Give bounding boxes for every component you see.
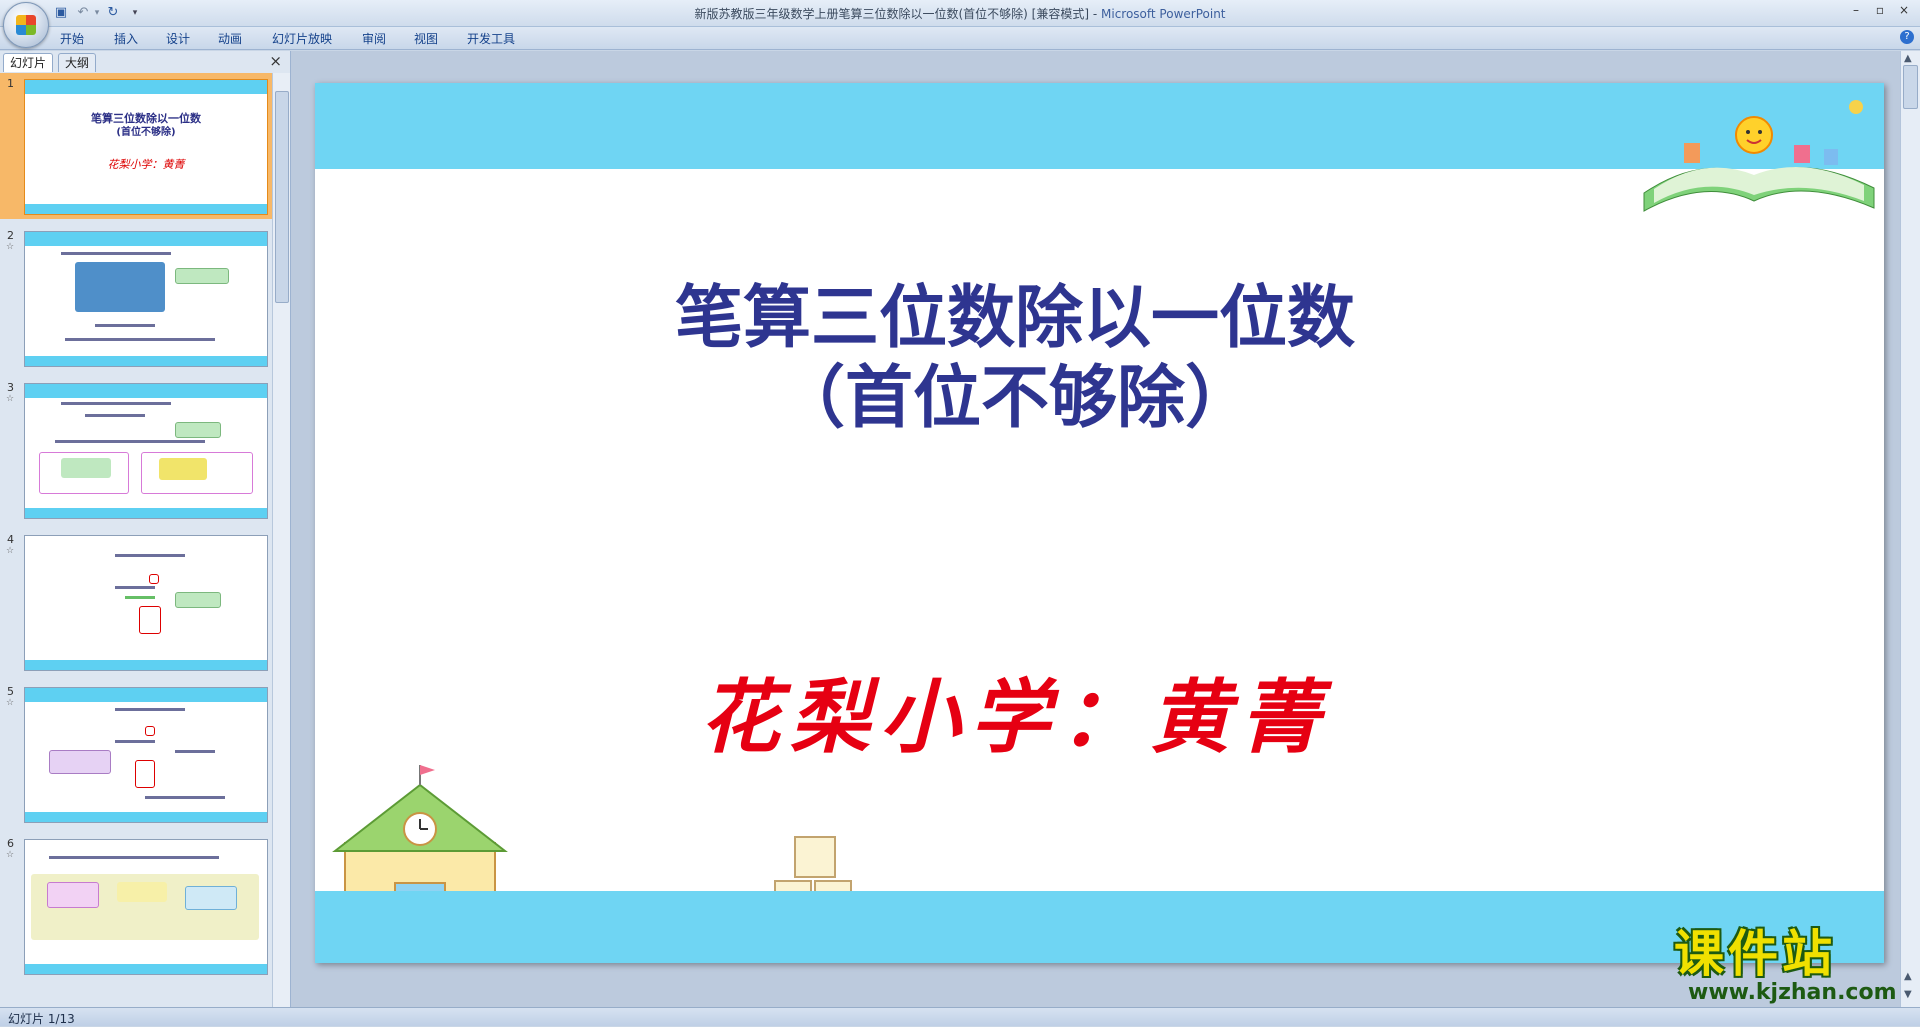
slide-preview (24, 535, 268, 671)
slide-number: 5 (7, 685, 14, 698)
scroll-thumb[interactable] (1903, 65, 1918, 109)
tab-slides[interactable]: 幻灯片 (3, 53, 54, 72)
tab-insert[interactable]: 插入 (114, 30, 138, 47)
status-bar: 幻灯片 1/13 (0, 1007, 1920, 1026)
slide-thumbnail-5[interactable]: 5 ☆ (0, 681, 272, 827)
restore-button[interactable]: ▫ (1868, 2, 1892, 18)
slide-title[interactable]: 笔算三位数除以一位数 （首位不够除） (315, 279, 1715, 439)
animation-star-icon: ☆ (6, 698, 15, 708)
slide-thumbnail-4[interactable]: 4 ☆ (0, 529, 272, 675)
office-button[interactable] (3, 2, 49, 48)
office-logo-icon (16, 15, 36, 35)
slide-canvas[interactable]: 笔算三位数除以一位数 （首位不够除） 花梨小学：黄菁 (315, 83, 1884, 963)
slide-author[interactable]: 花梨小学：黄菁 (615, 653, 1415, 769)
slide-count-status: 幻灯片 1/13 (8, 1012, 75, 1026)
slide-thumbnail-2[interactable]: 2 ☆ (0, 225, 272, 371)
animation-star-icon: ☆ (6, 850, 15, 860)
tab-home[interactable]: 开始 (60, 30, 84, 47)
scroll-up-icon[interactable]: ▲ (1904, 53, 1912, 64)
tab-outline[interactable]: 大纲 (58, 53, 97, 72)
window-title-app: Microsoft PowerPoint (1101, 7, 1226, 21)
tab-view[interactable]: 视图 (414, 30, 438, 47)
slide-title-line2: （首位不够除） (776, 359, 1253, 438)
thumbnail-scrollbar[interactable] (272, 73, 290, 1007)
slide-bottom-band (315, 891, 1884, 963)
slide-editing-area: 笔算三位数除以一位数 （首位不够除） 花梨小学：黄菁 (291, 51, 1901, 1007)
thumb-title-line2: (首位不够除) (116, 127, 176, 138)
slide-number: 1 (7, 77, 14, 90)
close-button[interactable]: × (1892, 2, 1916, 18)
tab-developer[interactable]: 开发工具 (467, 30, 515, 47)
slide-preview (24, 839, 268, 975)
animation-star-icon: ☆ (6, 546, 15, 556)
slide-thumbnail-6[interactable]: 6 ☆ (0, 833, 272, 979)
minimize-button[interactable]: – (1844, 2, 1868, 18)
tab-animations[interactable]: 动画 (218, 30, 242, 47)
slide-preview: 笔算三位数除以一位数 (首位不够除) 花梨小学：黄菁 (24, 79, 268, 215)
slide-preview (24, 231, 268, 367)
tab-review[interactable]: 审阅 (362, 30, 386, 47)
slide-number: 4 (7, 533, 14, 546)
slide-thumbnail-3[interactable]: 3 ☆ (0, 377, 272, 523)
thumb-author: 花梨小学：黄菁 (107, 158, 185, 171)
slide-preview (24, 383, 268, 519)
tab-slideshow[interactable]: 幻灯片放映 (272, 30, 332, 47)
animation-star-icon: ☆ (6, 242, 15, 252)
slide-preview (24, 687, 268, 823)
slide-number: 2 (7, 229, 14, 242)
animation-star-icon: ☆ (6, 394, 15, 404)
slide-title-line1: 笔算三位数除以一位数 (674, 279, 1355, 358)
slide-number: 3 (7, 381, 14, 394)
open-book-illustration (1643, 100, 1875, 212)
window-title-document: 新版苏教版三年级数学上册笔算三位数除以一位数(首位不够除) [兼容模式] - (694, 7, 1101, 21)
window-title: 新版苏教版三年级数学上册笔算三位数除以一位数(首位不够除) [兼容模式] - M… (0, 5, 1920, 22)
pane-close-icon[interactable]: × (269, 52, 282, 70)
ribbon-tabs: 开始 插入 设计 动画 幻灯片放映 审阅 视图 开发工具 ? (0, 27, 1920, 50)
pane-tabs: 幻灯片 大纲 × (0, 51, 290, 73)
scroll-thumb[interactable] (275, 91, 289, 303)
slide-scrollbar[interactable]: ▲ ▲ ▼ (1900, 51, 1920, 1007)
watermark-url: www.kjzhan.com (1688, 980, 1897, 1005)
slides-pane: 幻灯片 大纲 × 1 笔算三位数除以一位数 (首位不够除) 花梨小学：黄菁 2 … (0, 51, 291, 1007)
title-bar: ▣ ↶ ▾ ↻ ▾ 新版苏教版三年级数学上册笔算三位数除以一位数(首位不够除) … (0, 0, 1920, 48)
help-icon[interactable]: ? (1900, 30, 1914, 44)
slide-number: 6 (7, 837, 14, 850)
slide-thumbnail-1[interactable]: 1 笔算三位数除以一位数 (首位不够除) 花梨小学：黄菁 (0, 73, 272, 219)
watermark-title: 课件站 (1674, 925, 1836, 983)
slide-thumbnails: 1 笔算三位数除以一位数 (首位不够除) 花梨小学：黄菁 2 ☆ 3 ☆ 4 ☆… (0, 73, 272, 1007)
watermark-logo: 课件站 www.kjzhan.com (1668, 926, 1908, 1006)
tab-design[interactable]: 设计 (166, 30, 190, 47)
